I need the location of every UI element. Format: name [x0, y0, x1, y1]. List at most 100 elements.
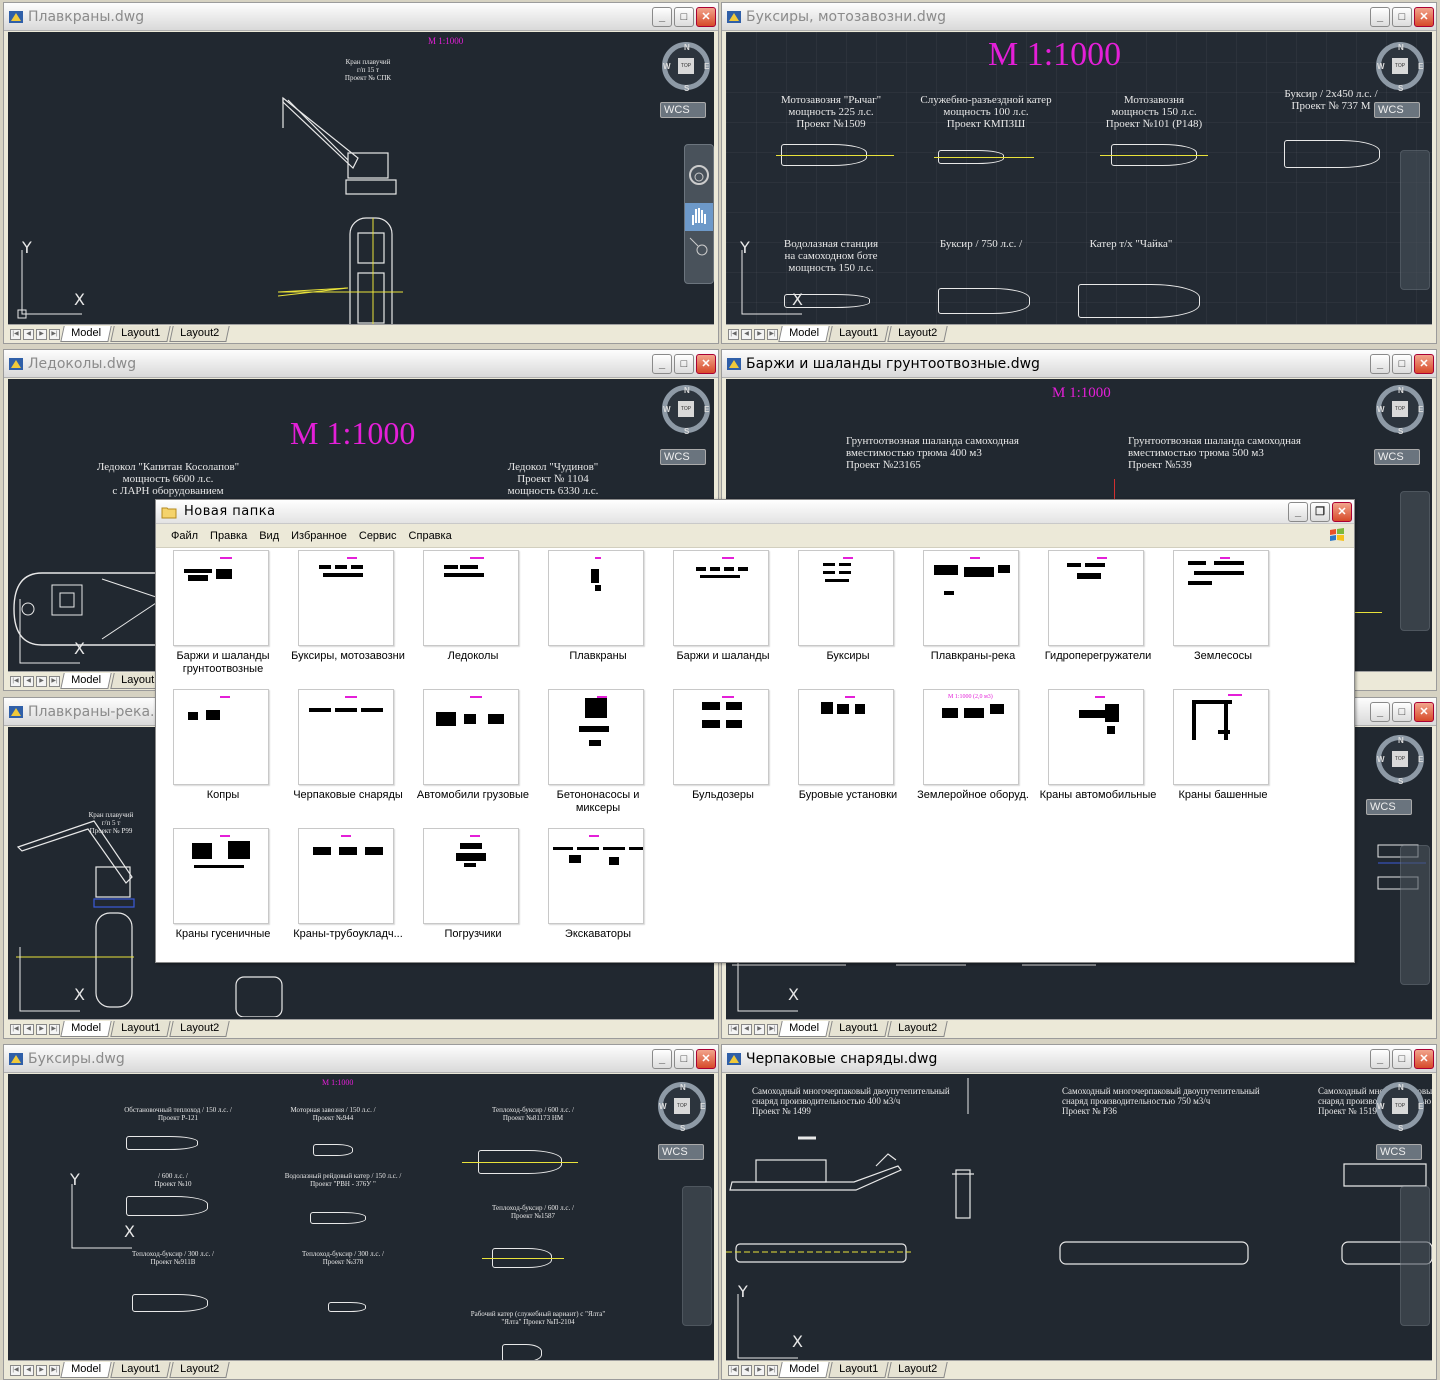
tab-first-button[interactable]: |◀	[10, 675, 21, 687]
file-item[interactable]: Землесосы	[1167, 550, 1287, 684]
tab-layout1[interactable]: Layout1	[110, 1021, 171, 1037]
menu-help[interactable]: Справка	[403, 530, 458, 542]
navigation-bar[interactable]	[684, 144, 714, 284]
zoom-icon[interactable]	[685, 233, 713, 261]
title-bar[interactable]: Баржи и шаланды грунтоотвозные.dwg _ □ ✕	[722, 350, 1436, 378]
navigation-bar[interactable]	[1400, 491, 1430, 631]
tab-layout2[interactable]: Layout2	[887, 326, 948, 342]
viewcube[interactable]: TOP N S E W	[1376, 1082, 1424, 1133]
file-item[interactable]: Краны гусеничные	[167, 828, 287, 962]
close-button[interactable]: ✕	[1332, 501, 1352, 522]
navigation-bar[interactable]	[1400, 845, 1430, 985]
tab-layout1[interactable]: Layout1	[828, 1362, 889, 1378]
wcs-menu[interactable]: WCS	[1374, 449, 1420, 465]
file-item[interactable]: Автомобили грузовые	[417, 689, 537, 823]
viewcube-top[interactable]: TOP	[1392, 401, 1408, 417]
pan-hand-icon[interactable]	[685, 203, 713, 231]
menu-edit[interactable]: Правка	[204, 530, 253, 542]
wcs-menu[interactable]: WCS	[1376, 1144, 1422, 1160]
minimize-button[interactable]: _	[652, 6, 672, 27]
maximize-button[interactable]: □	[1392, 701, 1412, 722]
tab-next-button[interactable]: ▶	[754, 328, 765, 340]
steering-wheel-icon[interactable]	[685, 161, 713, 189]
tab-prev-button[interactable]: ◀	[23, 1023, 34, 1035]
tab-last-button[interactable]: ▶|	[49, 1364, 60, 1376]
maximize-button[interactable]: □	[674, 353, 694, 374]
tab-model[interactable]: Model	[60, 673, 112, 689]
file-item[interactable]: Краны-трубоукладч...	[292, 828, 412, 962]
viewcube-top[interactable]: TOP	[1392, 58, 1408, 74]
minimize-button[interactable]: _	[1370, 353, 1390, 374]
viewcube[interactable]: TOP N S E W	[1376, 42, 1424, 93]
drawing-canvas[interactable]: Самоходный многочерпаковый двоупутепител…	[726, 1074, 1432, 1360]
wcs-menu[interactable]: WCS	[658, 1144, 704, 1160]
file-item[interactable]: М 1:1000 (2,0 м3) Землеройное оборуд.	[917, 689, 1037, 823]
file-item[interactable]: Копры	[167, 689, 287, 823]
title-bar[interactable]: Буксиры.dwg _ □ ✕	[4, 1045, 718, 1073]
maximize-button[interactable]: □	[1392, 6, 1412, 27]
file-item[interactable]: Плавкраны	[542, 550, 662, 684]
tab-first-button[interactable]: |◀	[728, 1023, 739, 1035]
viewcube-top[interactable]: TOP	[678, 58, 694, 74]
tab-prev-button[interactable]: ◀	[741, 1364, 752, 1376]
cad-window-cherpak[interactable]: Черпаковые снаряды.dwg _ □ ✕ Самоходный …	[721, 1044, 1437, 1380]
close-button[interactable]: ✕	[1414, 6, 1434, 27]
wcs-menu[interactable]: WCS	[1366, 799, 1412, 815]
close-button[interactable]: ✕	[696, 1048, 716, 1069]
tab-first-button[interactable]: |◀	[10, 328, 21, 340]
file-item[interactable]: Краны башенные	[1167, 689, 1287, 823]
minimize-button[interactable]: _	[652, 1048, 672, 1069]
tab-prev-button[interactable]: ◀	[741, 328, 752, 340]
minimize-button[interactable]: _	[652, 353, 672, 374]
file-item[interactable]: Гидроперегружатели	[1042, 550, 1162, 684]
tab-model[interactable]: Model	[778, 326, 830, 342]
tab-layout2[interactable]: Layout2	[887, 1021, 948, 1037]
tab-last-button[interactable]: ▶|	[767, 328, 778, 340]
viewcube[interactable]: TOP N S E W	[658, 1082, 706, 1133]
drawing-canvas[interactable]: М 1:1000 Обстановочный теплоход / 150 л.…	[8, 1074, 714, 1360]
navigation-bar[interactable]	[1400, 150, 1430, 290]
navigation-bar[interactable]	[1400, 1186, 1430, 1326]
menu-favorites[interactable]: Избранное	[285, 530, 353, 542]
file-item[interactable]: Буксиры	[792, 550, 912, 684]
minimize-button[interactable]: _	[1288, 501, 1308, 522]
tab-last-button[interactable]: ▶|	[49, 1023, 60, 1035]
viewcube-top[interactable]: TOP	[1392, 1098, 1408, 1114]
maximize-button[interactable]: □	[1392, 1048, 1412, 1069]
menu-view[interactable]: Вид	[253, 530, 285, 542]
close-button[interactable]: ✕	[696, 6, 716, 27]
tab-next-button[interactable]: ▶	[36, 1364, 47, 1376]
tab-first-button[interactable]: |◀	[728, 328, 739, 340]
file-item[interactable]: Экскаваторы	[542, 828, 662, 962]
tab-next-button[interactable]: ▶	[754, 1364, 765, 1376]
title-bar[interactable]: Буксиры, мотозавозни.dwg _ □ ✕	[722, 3, 1436, 31]
tab-first-button[interactable]: |◀	[728, 1364, 739, 1376]
tab-next-button[interactable]: ▶	[36, 328, 47, 340]
drawing-canvas[interactable]: М 1:1000 Мотозавозня "Рычаг" мощность 22…	[726, 32, 1432, 324]
close-button[interactable]: ✕	[1414, 353, 1434, 374]
tab-first-button[interactable]: |◀	[10, 1023, 21, 1035]
tab-layout2[interactable]: Layout2	[169, 1021, 230, 1037]
tab-prev-button[interactable]: ◀	[23, 675, 34, 687]
file-item[interactable]: Бетононасосы и миксеры	[542, 689, 662, 823]
tab-prev-button[interactable]: ◀	[23, 328, 34, 340]
navigation-bar[interactable]	[682, 1186, 712, 1326]
tab-layout1[interactable]: Layout1	[828, 326, 889, 342]
menu-tools[interactable]: Сервис	[353, 530, 403, 542]
viewcube[interactable]: TOP N S E W	[662, 385, 710, 436]
file-item[interactable]: Черпаковые снаряды	[292, 689, 412, 823]
minimize-button[interactable]: _	[1370, 6, 1390, 27]
tab-last-button[interactable]: ▶|	[767, 1364, 778, 1376]
tab-model[interactable]: Model	[60, 1021, 112, 1037]
explorer-window[interactable]: Новая папка _ ❐ ✕ Файл Правка Вид Избран…	[155, 499, 1355, 963]
explorer-title-bar[interactable]: Новая папка _ ❐ ✕	[156, 500, 1354, 524]
tab-layout1[interactable]: Layout1	[110, 1362, 171, 1378]
tab-layout1[interactable]: Layout1	[110, 326, 171, 342]
file-item[interactable]: Ледоколы	[417, 550, 537, 684]
viewcube[interactable]: TOP N S E W	[1376, 735, 1424, 786]
tab-next-button[interactable]: ▶	[36, 1023, 47, 1035]
maximize-button[interactable]: □	[674, 6, 694, 27]
viewcube-top[interactable]: TOP	[678, 401, 694, 417]
restore-button[interactable]: ❐	[1310, 501, 1330, 522]
minimize-button[interactable]: _	[1370, 701, 1390, 722]
